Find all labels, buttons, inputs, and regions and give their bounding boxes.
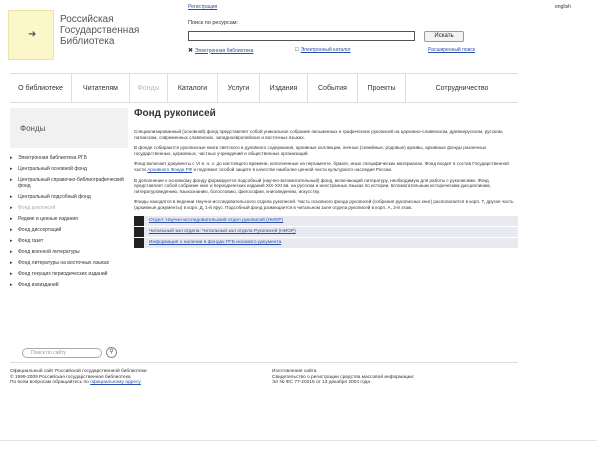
sidebar-item-label: Фонд литературы на восточных языках xyxy=(18,260,110,266)
sidebar: Фонды ▸ Электронная библиотека РГБ ▸ Центра… xyxy=(10,108,128,364)
bullet-arrow-icon: ▸ xyxy=(10,282,13,288)
search-label: Поиск по ресурсам: xyxy=(188,20,239,26)
bullet-arrow-icon: ▸ xyxy=(10,227,13,233)
page: ➜ Российская Государственная Библиотека … xyxy=(0,0,597,449)
paragraph: Специализированный (основной) фонд предс… xyxy=(134,129,504,140)
official-address-link[interactable]: официальному адресу xyxy=(90,380,141,385)
sidebar-item-label: Электронная библиотека РГБ xyxy=(18,155,88,161)
arrow-square-icon xyxy=(134,215,144,226)
paragraph: Фонд включает документы с VI в. н. э. до… xyxy=(134,161,509,172)
sidebar-item[interactable]: ▸ Фонд текущих периодических изданий xyxy=(10,271,128,277)
nav-item[interactable]: События xyxy=(308,74,358,102)
sidebar-item-label: Фонд рукописей xyxy=(18,205,56,211)
nav-item[interactable]: Проекты xyxy=(358,74,406,102)
footer: Официальный сайт Российской государствен… xyxy=(10,362,518,385)
sidebar-item[interactable]: ▸ Фонд военной литературы xyxy=(10,249,128,255)
library-logo[interactable]: ➜ xyxy=(8,10,54,60)
sidebar-item-label: Центральный подсобный фонд xyxy=(18,194,91,200)
paragraph: В дополнение к основному фонду формирует… xyxy=(134,177,491,194)
site-search-input[interactable]: Поиск по сайту xyxy=(22,347,102,358)
related-links: Отдел: Научно-исследовательский отдел ру… xyxy=(134,215,518,248)
bullet-arrow-icon: ▸ xyxy=(10,155,13,161)
nav-item[interactable]: О библиотеке xyxy=(10,74,72,102)
sidebar-title: Фонды xyxy=(10,108,128,148)
related-link[interactable]: Отдел: Научно-исследовательский отдел ру… xyxy=(149,218,283,223)
org-name[interactable]: Российская Государственная Библиотека xyxy=(60,14,180,47)
paragraph: Фонды находятся в ведении Научно-исследо… xyxy=(134,199,514,210)
footer-right: Изготовление сайта Свидетельство о регис… xyxy=(272,369,512,386)
sidebar-item[interactable]: ▸ Редкие и ценные издания xyxy=(10,216,128,222)
advanced-search-link[interactable]: Расширенный поиск xyxy=(428,47,475,53)
org-name-line: Российская xyxy=(60,14,114,25)
sidebar-item[interactable]: ▸ Фонд рукописей xyxy=(10,205,128,211)
search-icon[interactable]: ⚲ xyxy=(106,347,117,358)
arrow-square-icon xyxy=(134,226,144,237)
footer-text: Эл № ФС 77-20215 от 13 декабря 2004 года xyxy=(272,380,371,386)
nav-item[interactable]: Фонды xyxy=(130,74,168,102)
sidebar-item[interactable]: ▸ Центральный основной фонд xyxy=(10,166,128,172)
arrow-square-icon xyxy=(134,237,144,248)
sidebar-item-label: Редкие и ценные издания xyxy=(18,216,78,222)
sidebar-item-label: Центральный справочно-библиографический … xyxy=(18,177,124,189)
nav-item[interactable]: Каталоги xyxy=(168,74,218,102)
checkbox-e-library[interactable]: ✖ Электронная библиотека xyxy=(188,47,253,55)
sidebar-item[interactable]: ▸ Фонд литературы на восточных языках xyxy=(10,260,128,266)
page-title: Фонд рукописей xyxy=(134,108,216,119)
footer-text: По всем вопросам обращайтесь по официаль… xyxy=(10,380,250,386)
search-button[interactable]: Искать xyxy=(424,31,464,42)
bullet-arrow-icon: ▸ xyxy=(10,260,13,266)
related-link-row[interactable]: Отдел: Научно-исследовательский отдел ру… xyxy=(134,215,518,226)
bullet-arrow-icon: ▸ xyxy=(10,166,13,172)
bullet-arrow-icon: ▸ xyxy=(10,249,13,255)
checkbox-label[interactable]: Электронный каталог xyxy=(301,47,351,53)
checkbox-e-catalog[interactable]: □ Электронный каталог xyxy=(295,47,351,53)
sidebar-item[interactable]: ▸ Фонд газет xyxy=(10,238,128,244)
nav-item[interactable]: Услуги xyxy=(218,74,260,102)
footer-left: Официальный сайт Российской государствен… xyxy=(10,369,250,386)
sidebar-item-label: Фонд диссертаций xyxy=(18,227,62,233)
sidebar-item[interactable]: ▸ Фонд изоизданий xyxy=(10,282,128,288)
org-name-line: Библиотека xyxy=(60,36,115,47)
bullet-arrow-icon: ▸ xyxy=(10,177,13,183)
checkbox-label[interactable]: Электронная библиотека xyxy=(195,48,253,54)
main-nav: О библиотеке Читателям Фонды Каталоги Услуги… xyxy=(10,73,518,103)
divider xyxy=(0,440,597,441)
nav-item[interactable]: Сотрудничество xyxy=(406,74,518,102)
sidebar-item-label: Центральный основной фонд xyxy=(18,166,87,172)
bullet-arrow-icon: ▸ xyxy=(10,205,13,211)
related-link[interactable]: Информация о наличии в фондах РГБ искомо… xyxy=(149,240,281,245)
language-link[interactable]: english xyxy=(555,4,571,10)
bullet-arrow-icon: ▸ xyxy=(10,216,13,222)
nav-item[interactable]: Издания xyxy=(260,74,308,102)
bullet-arrow-icon: ▸ xyxy=(10,271,13,277)
sidebar-item-label: Фонд текущих периодических изданий xyxy=(18,271,108,277)
bullet-arrow-icon: ▸ xyxy=(10,194,13,200)
sidebar-item[interactable]: ▸ Центральный справочно-библиографический… xyxy=(10,177,128,189)
archive-fund-link[interactable]: Архивного Фонда РФ xyxy=(147,167,192,172)
paragraph: В фонде собираются рукописные книги свет… xyxy=(134,145,487,156)
sidebar-item-label: Фонд военной литературы xyxy=(18,249,80,255)
registration-link[interactable]: Регистрация xyxy=(188,4,217,10)
logo-arrow-icon: ➜ xyxy=(28,29,37,40)
site-search: Поиск по сайту ⚲ xyxy=(22,347,117,358)
sidebar-item[interactable]: ▸ Электронная библиотека РГБ xyxy=(10,155,128,161)
sidebar-item[interactable]: ▸ Центральный подсобный фонд xyxy=(10,194,128,200)
related-link-row[interactable]: Читальный зал отдела: Читальный зал отде… xyxy=(134,226,518,237)
search-input[interactable] xyxy=(188,31,415,41)
nav-item[interactable]: Читателям xyxy=(72,74,130,102)
bullet-arrow-icon: ▸ xyxy=(10,238,13,244)
org-name-line: Государственная xyxy=(60,25,140,36)
sidebar-item[interactable]: ▸ Фонд диссертаций xyxy=(10,227,128,233)
footer-text: По всем вопросам обращайтесь по xyxy=(10,380,91,386)
checkbox-unchecked-icon[interactable]: □ xyxy=(295,47,299,53)
sidebar-item-label: Фонд изоизданий xyxy=(18,282,59,288)
main-content: Фонд рукописей Специализированный (основ… xyxy=(134,108,518,249)
related-link-row[interactable]: Информация о наличии в фондах РГБ искомо… xyxy=(134,237,518,248)
sidebar-list: ▸ Электронная библиотека РГБ ▸ Центральный … xyxy=(10,155,128,288)
related-link[interactable]: Читальный зал отдела: Читальный зал отде… xyxy=(149,229,296,234)
checkbox-checked-icon[interactable]: ✖ xyxy=(188,47,193,54)
sidebar-item-label: Фонд газет xyxy=(18,238,44,244)
